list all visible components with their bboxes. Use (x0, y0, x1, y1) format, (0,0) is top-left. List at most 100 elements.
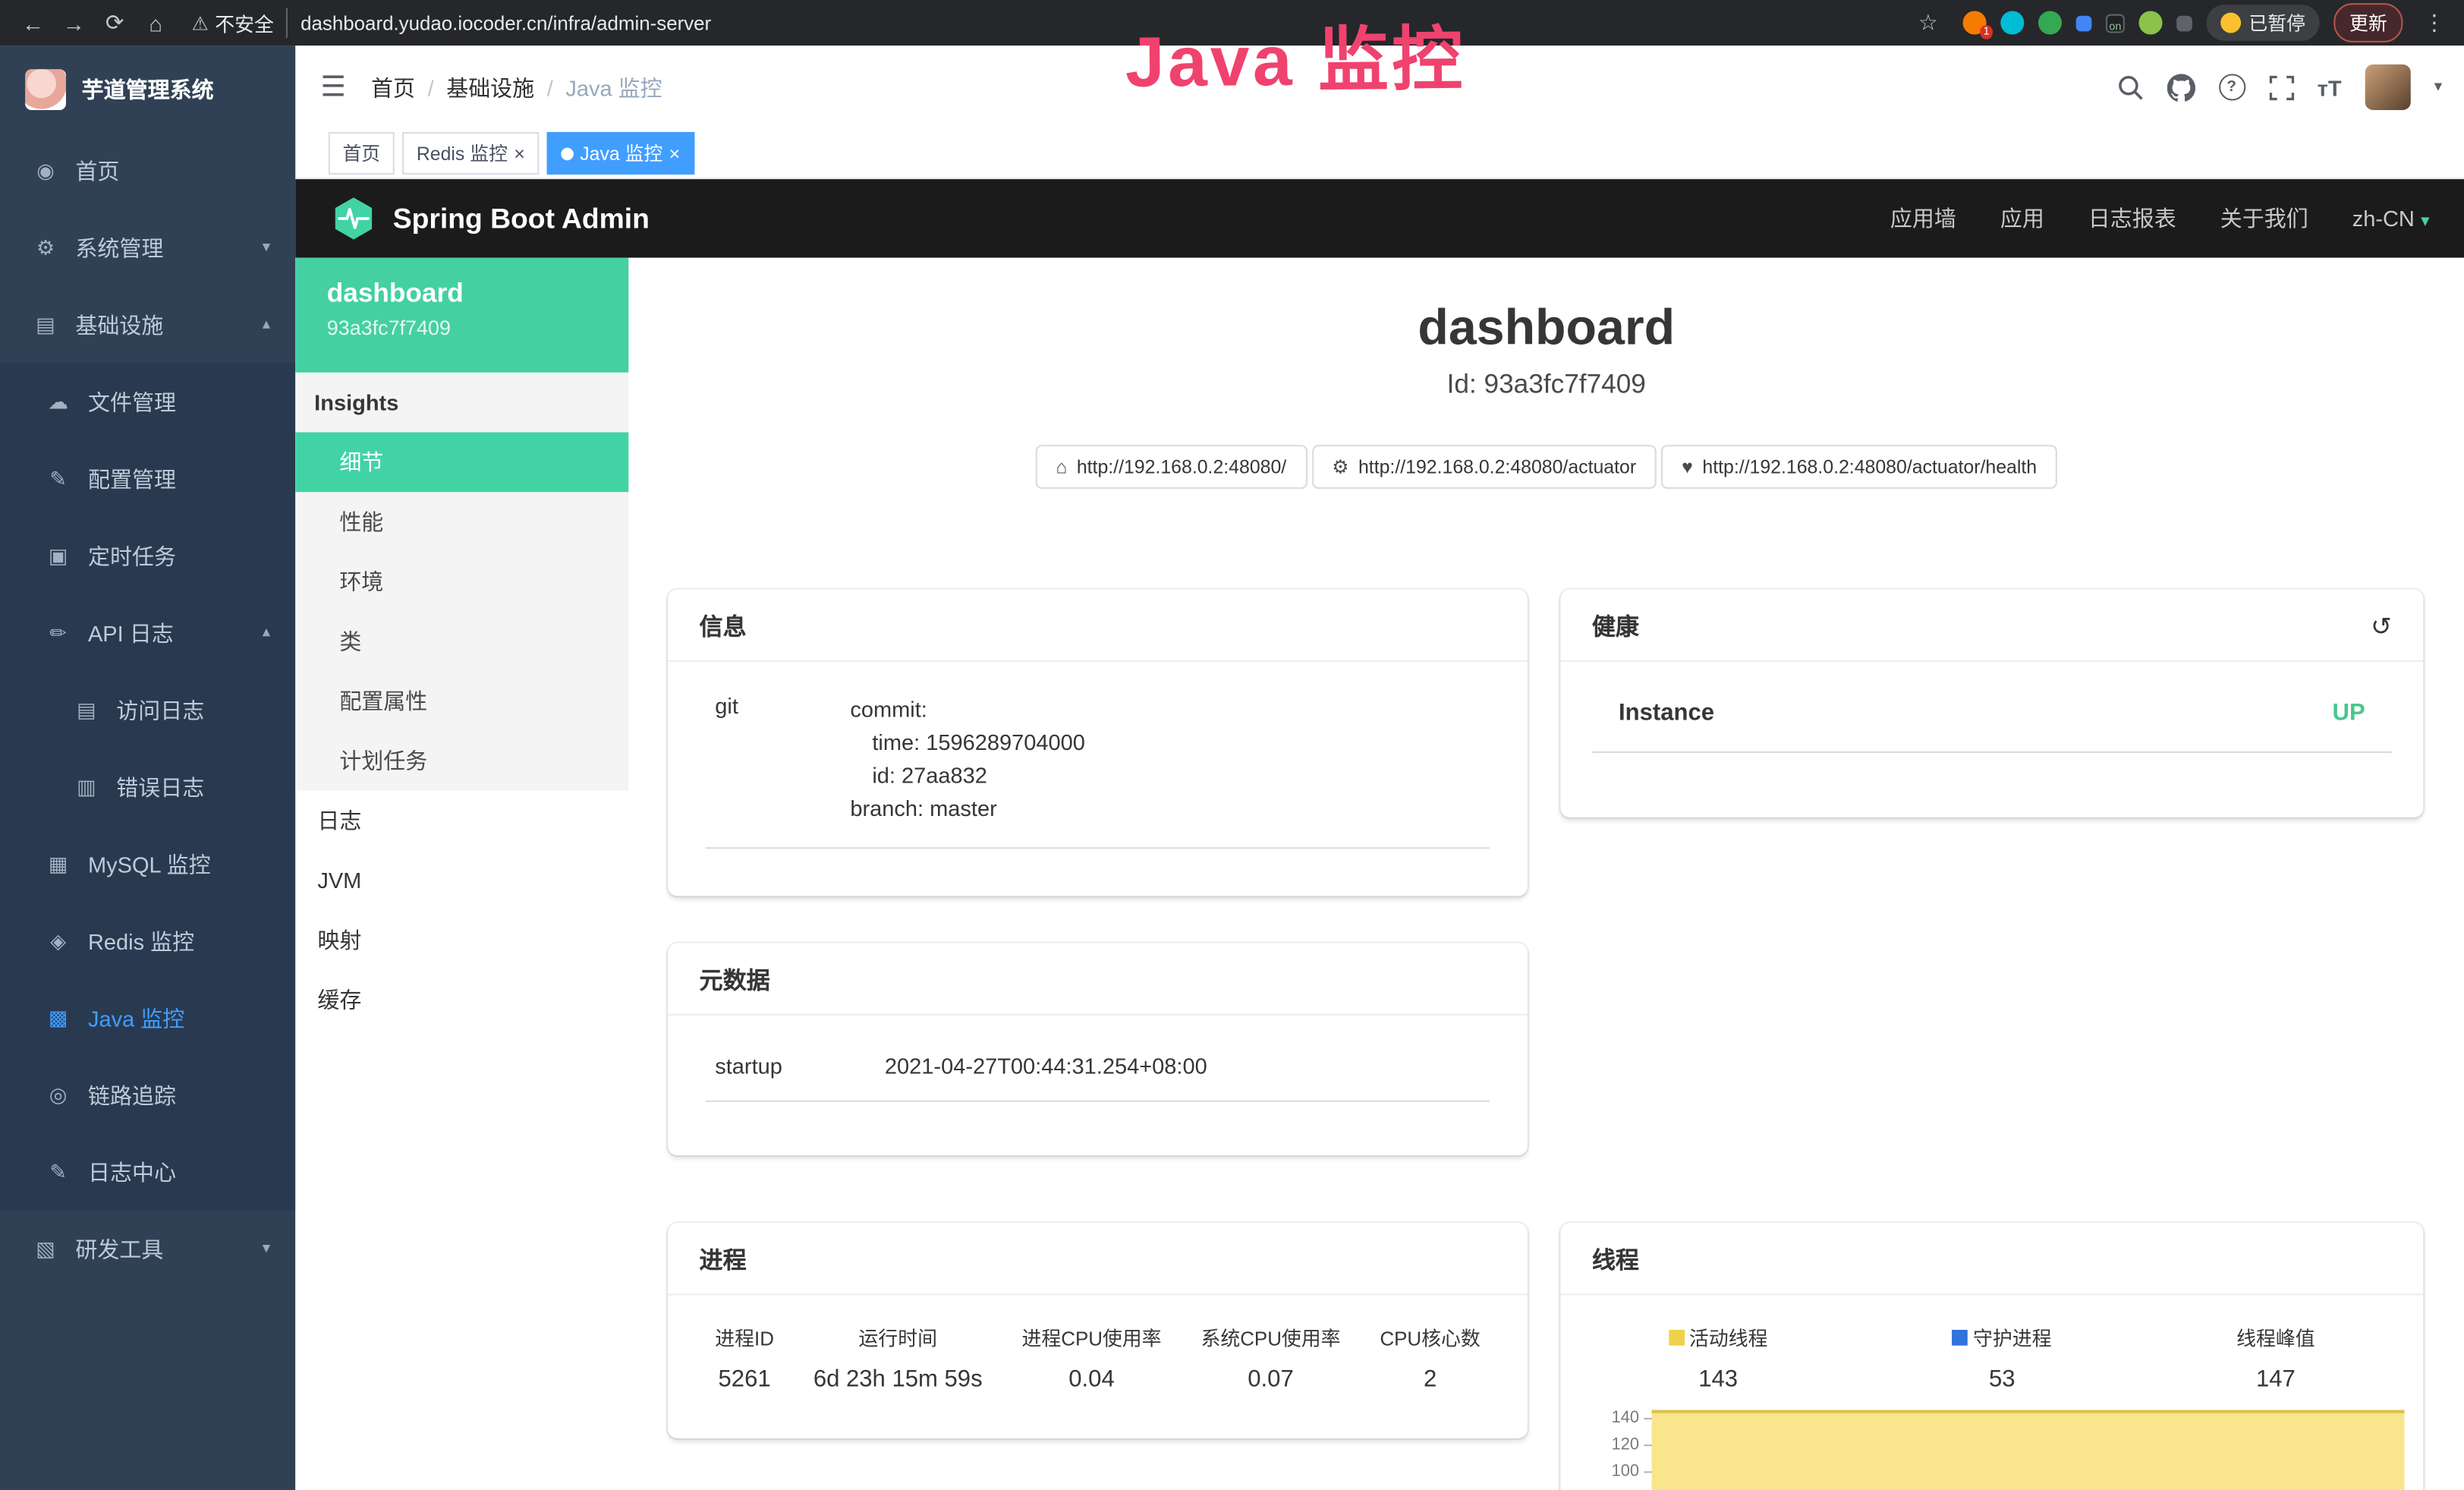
address-bar[interactable]: ⚠ 不安全 dashboard.yudao.iocoder.cn/infra/a… (192, 8, 712, 37)
avatar-caret-icon[interactable]: ▾ (2434, 79, 2442, 96)
tag-home[interactable]: 首页 (329, 132, 395, 175)
sidebar-item-java-monitor[interactable]: ▩ Java 监控 (0, 979, 295, 1056)
sba-menu-scheduled-tasks[interactable]: 计划任务 (295, 731, 628, 791)
browser-home-icon[interactable]: ⌂ (135, 10, 176, 35)
extension-icon-7[interactable] (2176, 15, 2192, 31)
instance-link-actuator[interactable]: ⚙ http://192.168.0.2:48080/actuator (1311, 445, 1657, 489)
sba-menu-caches[interactable]: 缓存 (295, 970, 628, 1030)
sba-nav-journal[interactable]: 日志报表 (2088, 203, 2176, 234)
extension-icon-6[interactable] (2138, 11, 2162, 34)
reload-icon[interactable]: ⟳ (94, 9, 135, 36)
tags-view: 首页 Redis 监控 × Java 监控 × (295, 129, 2464, 179)
security-warning-icon[interactable]: ⚠ (192, 12, 209, 34)
sba-menu-classes[interactable]: 类 (295, 612, 628, 672)
sidebar-item-access-logs[interactable]: ▤ 访问日志 (0, 671, 295, 748)
threads-legend: 活动线程 143 守护进程 53 线程峰值 147 (1576, 1322, 2408, 1393)
sba-locale-select[interactable]: zh-CN▾ (2352, 206, 2430, 231)
info-key: git (715, 693, 850, 825)
browser-menu-icon[interactable]: ⋮ (2417, 9, 2452, 36)
chart-plot-area (1652, 1405, 2405, 1490)
sidebar-item-scheduled-jobs[interactable]: ▣ 定时任务 (0, 517, 295, 594)
instance-link-home[interactable]: ⌂ http://192.168.0.2:48080/ (1035, 445, 1307, 489)
browser-update-button[interactable]: 更新 (2333, 3, 2403, 43)
extension-icon-4[interactable] (2076, 15, 2092, 31)
back-icon[interactable]: ← (13, 10, 54, 35)
sba-menu-environment[interactable]: 环境 (295, 552, 628, 612)
breadcrumb-infrastructure[interactable]: 基础设施 (446, 71, 534, 102)
app-brand[interactable]: 芋道管理系统 (0, 46, 295, 132)
search-icon[interactable] (2116, 74, 2143, 100)
sidebar-item-home[interactable]: ◉ 首页 (0, 132, 295, 209)
legend-peak-threads: 线程峰值 147 (2236, 1322, 2315, 1393)
tag-close-icon[interactable]: × (514, 143, 525, 162)
info-row-git: git commit: time: 1596289704000 id: 27aa… (706, 687, 1490, 849)
fullscreen-icon[interactable] (2268, 74, 2293, 99)
sba-brand[interactable]: Spring Boot Admin (330, 195, 650, 242)
log-center-icon: ✎ (41, 1159, 76, 1184)
legend-value: 53 (1953, 1366, 2051, 1393)
tag-close-icon[interactable]: × (669, 143, 681, 162)
sidebar-item-dev-tools[interactable]: ▧ 研发工具 ▾ (0, 1211, 295, 1287)
sba-menu-config-props[interactable]: 配置属性 (295, 671, 628, 731)
live-threads-area (1652, 1410, 2405, 1490)
sidebar-item-infrastructure[interactable]: ▤ 基础设施 ▴ (0, 286, 295, 363)
sidebar-item-label: Java 监控 (88, 1002, 184, 1033)
avatar[interactable] (2365, 65, 2411, 110)
sba-menu-logs[interactable]: 日志 (295, 791, 628, 851)
tag-redis-monitor[interactable]: Redis 监控 × (402, 132, 539, 175)
sidebar-toggle-icon[interactable]: ☰ (295, 71, 371, 103)
y-tick: 120 (1560, 1432, 1651, 1459)
instance-link-url: http://192.168.0.2:48080/actuator/health (1702, 456, 2037, 478)
extension-icon-2[interactable] (2000, 11, 2024, 34)
process-col-syscpu: 系统CPU使用率 0.07 (1201, 1322, 1340, 1393)
spring-boot-admin-panel: Spring Boot Admin 应用墙 应用 日志报表 关于我们 zh-CN… (295, 179, 2464, 1490)
sidebar-item-system-mgmt[interactable]: ⚙ 系统管理 ▾ (0, 209, 295, 285)
github-icon[interactable] (2167, 73, 2195, 101)
sba-menu-mappings[interactable]: 映射 (295, 910, 628, 970)
sba-nav-applications[interactable]: 应用 (2000, 203, 2044, 234)
sidebar-item-redis-monitor[interactable]: ◈ Redis 监控 (0, 903, 295, 979)
paused-extension-badge[interactable]: 已暂停 (2206, 5, 2319, 41)
info-line: commit: (850, 693, 1085, 726)
col-value: 6d 23h 15m 59s (813, 1366, 983, 1393)
sidebar-item-log-center[interactable]: ✎ 日志中心 (0, 1133, 295, 1210)
help-icon[interactable]: ? (2218, 74, 2245, 100)
sba-nav-wallboard[interactable]: 应用墙 (1890, 203, 1956, 234)
extension-switch-icon[interactable]: on (2106, 14, 2125, 33)
sidebar-item-trace[interactable]: ◎ 链路追踪 (0, 1057, 295, 1133)
font-size-icon[interactable]: тT (2318, 74, 2342, 99)
sba-menu-performance[interactable]: 性能 (295, 492, 628, 552)
sidebar-item-label: 系统管理 (75, 232, 163, 263)
chevron-up-icon: ▴ (263, 316, 270, 333)
history-icon[interactable]: ↺ (2371, 611, 2392, 642)
java-monitor-icon: ▩ (41, 1005, 76, 1030)
y-tick: 100 (1560, 1459, 1651, 1485)
breadcrumb-home[interactable]: 首页 (371, 71, 415, 102)
sidebar-item-mysql-monitor[interactable]: ▦ MySQL 监控 (0, 825, 295, 902)
instance-link-health[interactable]: ♥ http://192.168.0.2:48080/actuator/heal… (1661, 445, 2057, 489)
sba-menu-jvm[interactable]: JVM (295, 850, 628, 910)
sba-content: dashboard Id: 93a3fc7f7409 ⌂ http://192.… (628, 258, 2464, 1490)
help-question-glyph: ? (2218, 74, 2245, 100)
tag-java-monitor[interactable]: Java 监控 × (547, 132, 694, 175)
sidebar-item-api-logs[interactable]: ✏ API 日志 ▴ (0, 594, 295, 671)
sidebar-item-label: 日志中心 (88, 1156, 176, 1187)
extension-icon-1[interactable]: 1 (1962, 11, 1986, 34)
health-card-title: 健康 (1592, 610, 1639, 643)
browser-actions: ☆ 1 on 已暂停 更新 ⋮ (1908, 3, 2452, 43)
process-card: 进程 进程ID 5261 运行时间 6d 23h 15m 59s (668, 1223, 1528, 1438)
sba-instance-header[interactable]: dashboard 93a3fc7f7409 (295, 258, 628, 373)
bookmark-star-icon[interactable]: ☆ (1908, 9, 1949, 36)
sba-menu-details[interactable]: 细节 (295, 432, 628, 492)
forward-icon[interactable]: → (53, 10, 94, 35)
browser-toolbar: ← → ⟳ ⌂ ⚠ 不安全 dashboard.yudao.iocoder.cn… (0, 0, 2464, 46)
sidebar-item-label: MySQL 监控 (88, 848, 211, 879)
sidebar-item-file-mgmt[interactable]: ☁ 文件管理 (0, 363, 295, 439)
health-row-instance[interactable]: Instance UP (1592, 700, 2392, 753)
instance-name: dashboard (327, 279, 597, 310)
extension-icon-3[interactable] (2038, 11, 2062, 34)
sidebar-item-error-logs[interactable]: ▥ 错误日志 (0, 748, 295, 825)
sba-nav-about[interactable]: 关于我们 (2220, 203, 2308, 234)
sidebar-item-config-mgmt[interactable]: ✎ 配置管理 (0, 440, 295, 517)
top-header: ☰ 首页 / 基础设施 / Java 监控 ? (295, 46, 2464, 129)
